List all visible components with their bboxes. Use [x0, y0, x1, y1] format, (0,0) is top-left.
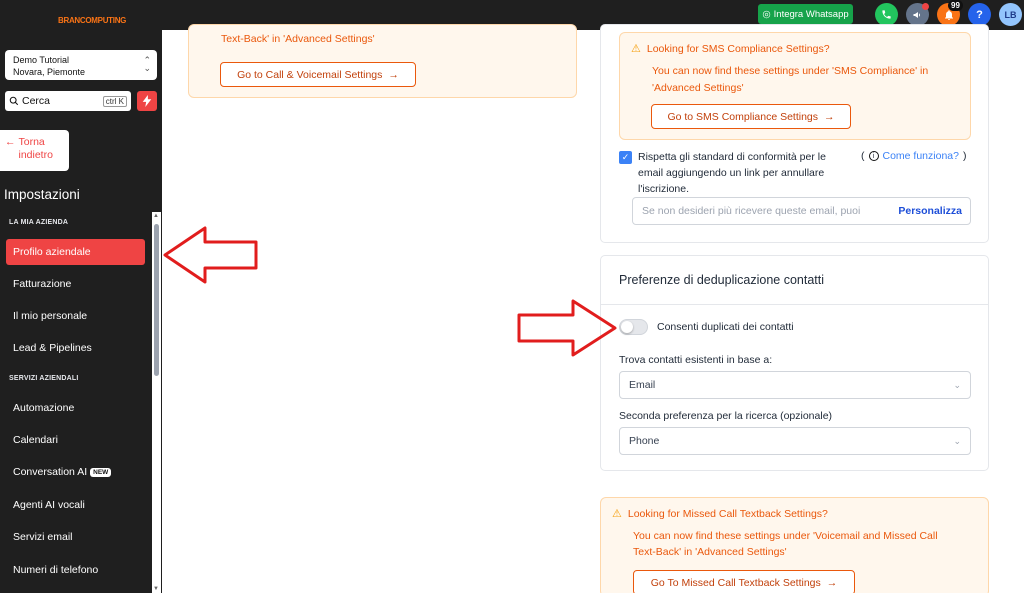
new-badge: NEW	[90, 467, 112, 477]
dedup-title: Preferenze di deduplicazione contatti	[619, 273, 824, 287]
brand-logo[interactable]: BRANCOMPUTING	[58, 16, 126, 25]
call-voicemail-settings-button[interactable]: Go to Call & Voicemail Settings →	[220, 62, 416, 87]
arrow-right-icon: →	[824, 110, 835, 123]
missed-call-title: Looking for Missed Call Textback Setting…	[627, 508, 828, 520]
call-notice-text: Text-Back' in 'Advanced Settings'	[221, 33, 375, 45]
missed-call-settings-button[interactable]: Go To Missed Call Textback Settings →	[633, 570, 855, 593]
megaphone-badge-dot	[922, 3, 929, 10]
info-icon: i	[868, 151, 879, 161]
sidebar-item-lead-pipelines[interactable]: Lead & Pipelines	[6, 335, 145, 361]
location-switcher[interactable]: Demo Tutorial Novara, Piemonte ⌃ ⌄	[5, 50, 157, 80]
scroll-up-arrow-icon[interactable]: ▲	[153, 213, 159, 219]
quick-actions-bolt-icon[interactable]	[137, 91, 157, 111]
back-label-line2: indietro	[18, 149, 53, 161]
search-icon	[9, 96, 19, 106]
call-voicemail-button-label: Go to Call & Voicemail Settings	[237, 68, 383, 81]
annotation-arrow-left-icon	[163, 226, 258, 284]
email-compliance-checkbox[interactable]: ✓	[619, 151, 632, 164]
unsubscribe-text-input[interactable]: Se non desideri più ricevere queste emai…	[632, 197, 971, 225]
warning-icon: ⚠	[631, 43, 641, 55]
search-shortcut: ctrl K	[102, 95, 127, 107]
help-icon[interactable]: ?	[968, 3, 991, 26]
how-it-works-link[interactable]: Come funziona?	[883, 150, 959, 162]
unsubscribe-placeholder: Se non desideri più ricevere queste emai…	[642, 205, 861, 217]
paren-close: )	[962, 150, 967, 162]
sidebar-item-label: Conversation AI	[13, 466, 88, 478]
group-label-business-services: SERVIZI AZIENDALI	[9, 375, 79, 382]
arrow-right-icon: →	[388, 68, 399, 81]
arrow-left-icon: ←	[5, 136, 16, 148]
whatsapp-label: Integra Whatsapp	[773, 8, 849, 20]
sidebar-item-conversation-ai[interactable]: Conversation AI NEW	[6, 459, 145, 485]
settings-title: Impostazioni	[4, 187, 80, 202]
sms-notice-body-line2: 'Advanced Settings'	[652, 82, 744, 94]
sidebar-scrollbar[interactable]: ▲ ▼	[152, 212, 161, 593]
missed-call-button-label: Go To Missed Call Textback Settings	[650, 576, 821, 589]
location-name: Demo Tutorial	[13, 55, 70, 65]
arrow-right-icon: →	[826, 576, 838, 589]
annotation-arrow-right-icon	[517, 299, 617, 357]
notification-count-badge: 99	[948, 0, 963, 11]
sms-compliance-settings-button[interactable]: Go to SMS Compliance Settings →	[651, 104, 851, 129]
email-compliance-line1: Rispetta gli standard di conformità per …	[638, 151, 826, 163]
secondary-lookup-select[interactable]: Phone ⌄	[619, 427, 971, 455]
user-avatar[interactable]: LB	[999, 3, 1022, 26]
sidebar: Demo Tutorial Novara, Piemonte ⌃ ⌄ Cerca …	[0, 30, 162, 593]
chevron-down-icon: ⌄	[953, 435, 961, 446]
location-subtitle: Novara, Piemonte	[13, 67, 86, 77]
whatsapp-integration-button[interactable]: ◎ Integra Whatsapp	[758, 4, 853, 24]
search-input[interactable]: Cerca	[22, 95, 50, 107]
back-label-line1: Torna	[18, 136, 45, 148]
search-box[interactable]: Cerca ctrl K	[5, 91, 131, 111]
group-label-my-company: LA MIA AZIENDA	[9, 219, 69, 226]
email-compliance-line3: l'iscrizione.	[638, 183, 690, 195]
email-compliance-line2: email aggiungendo un link per annullare	[638, 167, 825, 179]
sms-notice-title: Looking for SMS Compliance Settings?	[646, 43, 830, 55]
allow-duplicates-toggle[interactable]	[619, 319, 648, 335]
missed-call-body-line1: You can now find these settings under 'V…	[633, 530, 938, 542]
sidebar-item-phone-numbers[interactable]: Numeri di telefono	[6, 557, 145, 583]
divider	[601, 304, 988, 305]
how-it-works-help: ( i Come funziona? )	[861, 150, 966, 162]
warning-icon: ⚠	[612, 508, 622, 520]
paren-open: (	[861, 150, 865, 162]
secondary-lookup-label: Seconda preferenza per la ricerca (opzio…	[619, 410, 833, 422]
sidebar-item-my-staff[interactable]: Il mio personale	[6, 303, 145, 329]
sidebar-item-voice-ai-agents[interactable]: Agenti AI vocali	[6, 492, 145, 518]
whatsapp-icon: ◎	[762, 8, 771, 20]
sms-notice-body-line1: You can now find these settings under 'S…	[652, 65, 929, 77]
scroll-down-arrow-icon[interactable]: ▼	[153, 586, 159, 592]
sidebar-item-email-services[interactable]: Servizi email	[6, 524, 145, 550]
email-compliance-text: Rispetta gli standard di conformità per …	[638, 149, 848, 197]
secondary-lookup-value: Phone	[629, 435, 660, 447]
chevron-updown-icon: ⌃ ⌄	[143, 55, 151, 73]
sidebar-item-business-profile[interactable]: Profilo aziendale	[6, 239, 145, 265]
sidebar-item-billing[interactable]: Fatturazione	[6, 271, 145, 297]
sidebar-item-automation[interactable]: Automazione	[6, 395, 145, 421]
sms-compliance-button-label: Go to SMS Compliance Settings	[667, 110, 819, 123]
allow-duplicates-label: Consenti duplicati dei contatti	[657, 321, 794, 333]
sidebar-item-calendars[interactable]: Calendari	[6, 427, 145, 453]
primary-lookup-label: Trova contatti esistenti in base a:	[619, 354, 773, 366]
customize-button[interactable]: Personalizza	[898, 205, 962, 217]
phone-icon[interactable]	[875, 3, 898, 26]
back-button[interactable]: ← Torna indietro	[0, 130, 69, 171]
primary-lookup-value: Email	[629, 379, 656, 391]
chevron-down-icon: ⌄	[953, 379, 961, 390]
primary-lookup-select[interactable]: Email ⌄	[619, 371, 971, 399]
missed-call-body-line2: Text-Back' in 'Advanced Settings'	[633, 546, 787, 558]
scrollbar-thumb[interactable]	[154, 224, 159, 376]
